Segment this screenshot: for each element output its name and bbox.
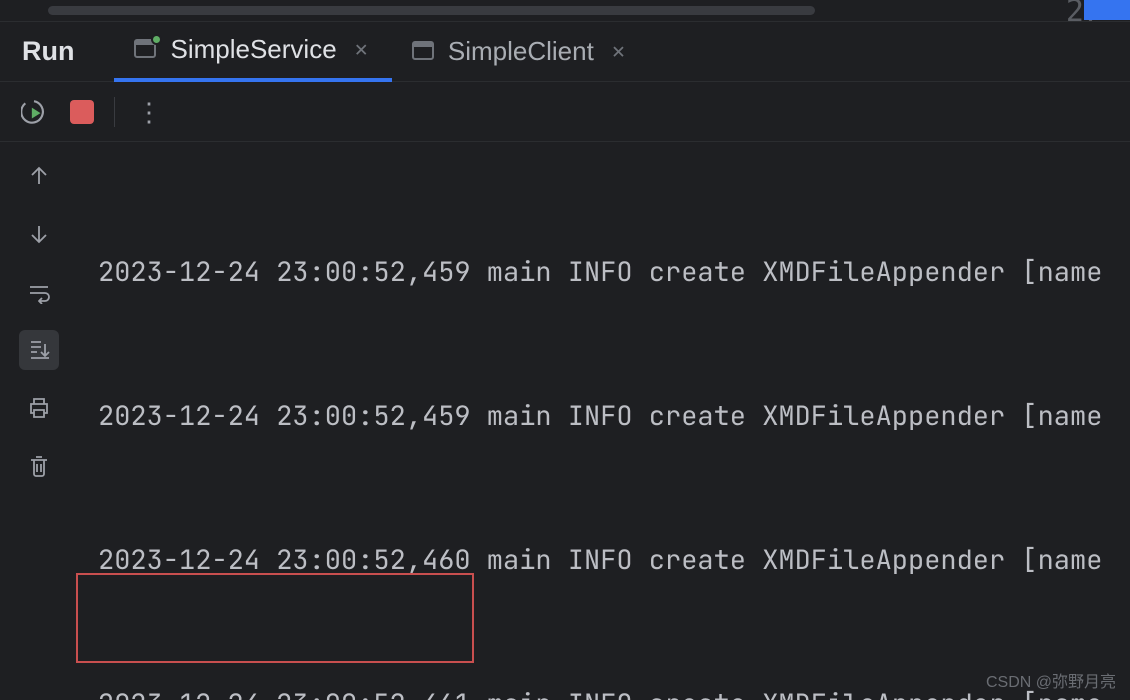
running-indicator-icon <box>151 34 162 45</box>
tab-simpleclient[interactable]: SimpleClient ✕ <box>392 22 649 82</box>
run-config-icon <box>412 41 434 63</box>
rerun-button[interactable] <box>12 90 56 134</box>
up-arrow-button[interactable] <box>19 156 59 196</box>
tab-label: SimpleService <box>170 34 336 65</box>
run-config-icon <box>134 39 156 61</box>
top-bar: 27 <box>0 0 1130 22</box>
console-gutter <box>0 142 78 700</box>
close-icon[interactable]: ✕ <box>608 39 629 65</box>
watermark-text: CSDN @弥野月亮 <box>986 668 1116 692</box>
log-line: 2023-12-24 23:00:52,460 main INFO create… <box>98 536 1130 584</box>
console-output[interactable]: 2023-12-24 23:00:52,459 main INFO create… <box>78 142 1130 700</box>
down-arrow-button[interactable] <box>19 214 59 254</box>
stop-button[interactable] <box>60 90 104 134</box>
log-line: 2023-12-24 23:00:52,461 main INFO create… <box>98 680 1130 700</box>
tab-simpleservice[interactable]: SimpleService ✕ <box>114 22 391 82</box>
main-area: 2023-12-24 23:00:52,459 main INFO create… <box>0 142 1130 700</box>
kebab-icon: ⋮ <box>136 94 158 129</box>
horizontal-scrollbar[interactable] <box>48 6 815 15</box>
run-tab-row: Run SimpleService ✕ SimpleClient ✕ <box>0 22 1130 82</box>
scroll-to-end-button[interactable] <box>19 330 59 370</box>
soft-wrap-button[interactable] <box>19 272 59 312</box>
top-right-accent <box>1084 0 1130 20</box>
log-line: 2023-12-24 23:00:52,459 main INFO create… <box>98 392 1130 440</box>
delete-button[interactable] <box>19 446 59 486</box>
log-line: 2023-12-24 23:00:52,459 main INFO create… <box>98 248 1130 296</box>
run-tool-label: Run <box>22 36 74 67</box>
stop-icon <box>70 100 94 124</box>
toolbar-divider <box>114 97 115 127</box>
close-icon[interactable]: ✕ <box>351 37 372 63</box>
tab-label: SimpleClient <box>448 36 594 67</box>
print-button[interactable] <box>19 388 59 428</box>
more-actions-button[interactable]: ⋮ <box>125 90 169 134</box>
run-toolbar: ⋮ <box>0 82 1130 142</box>
